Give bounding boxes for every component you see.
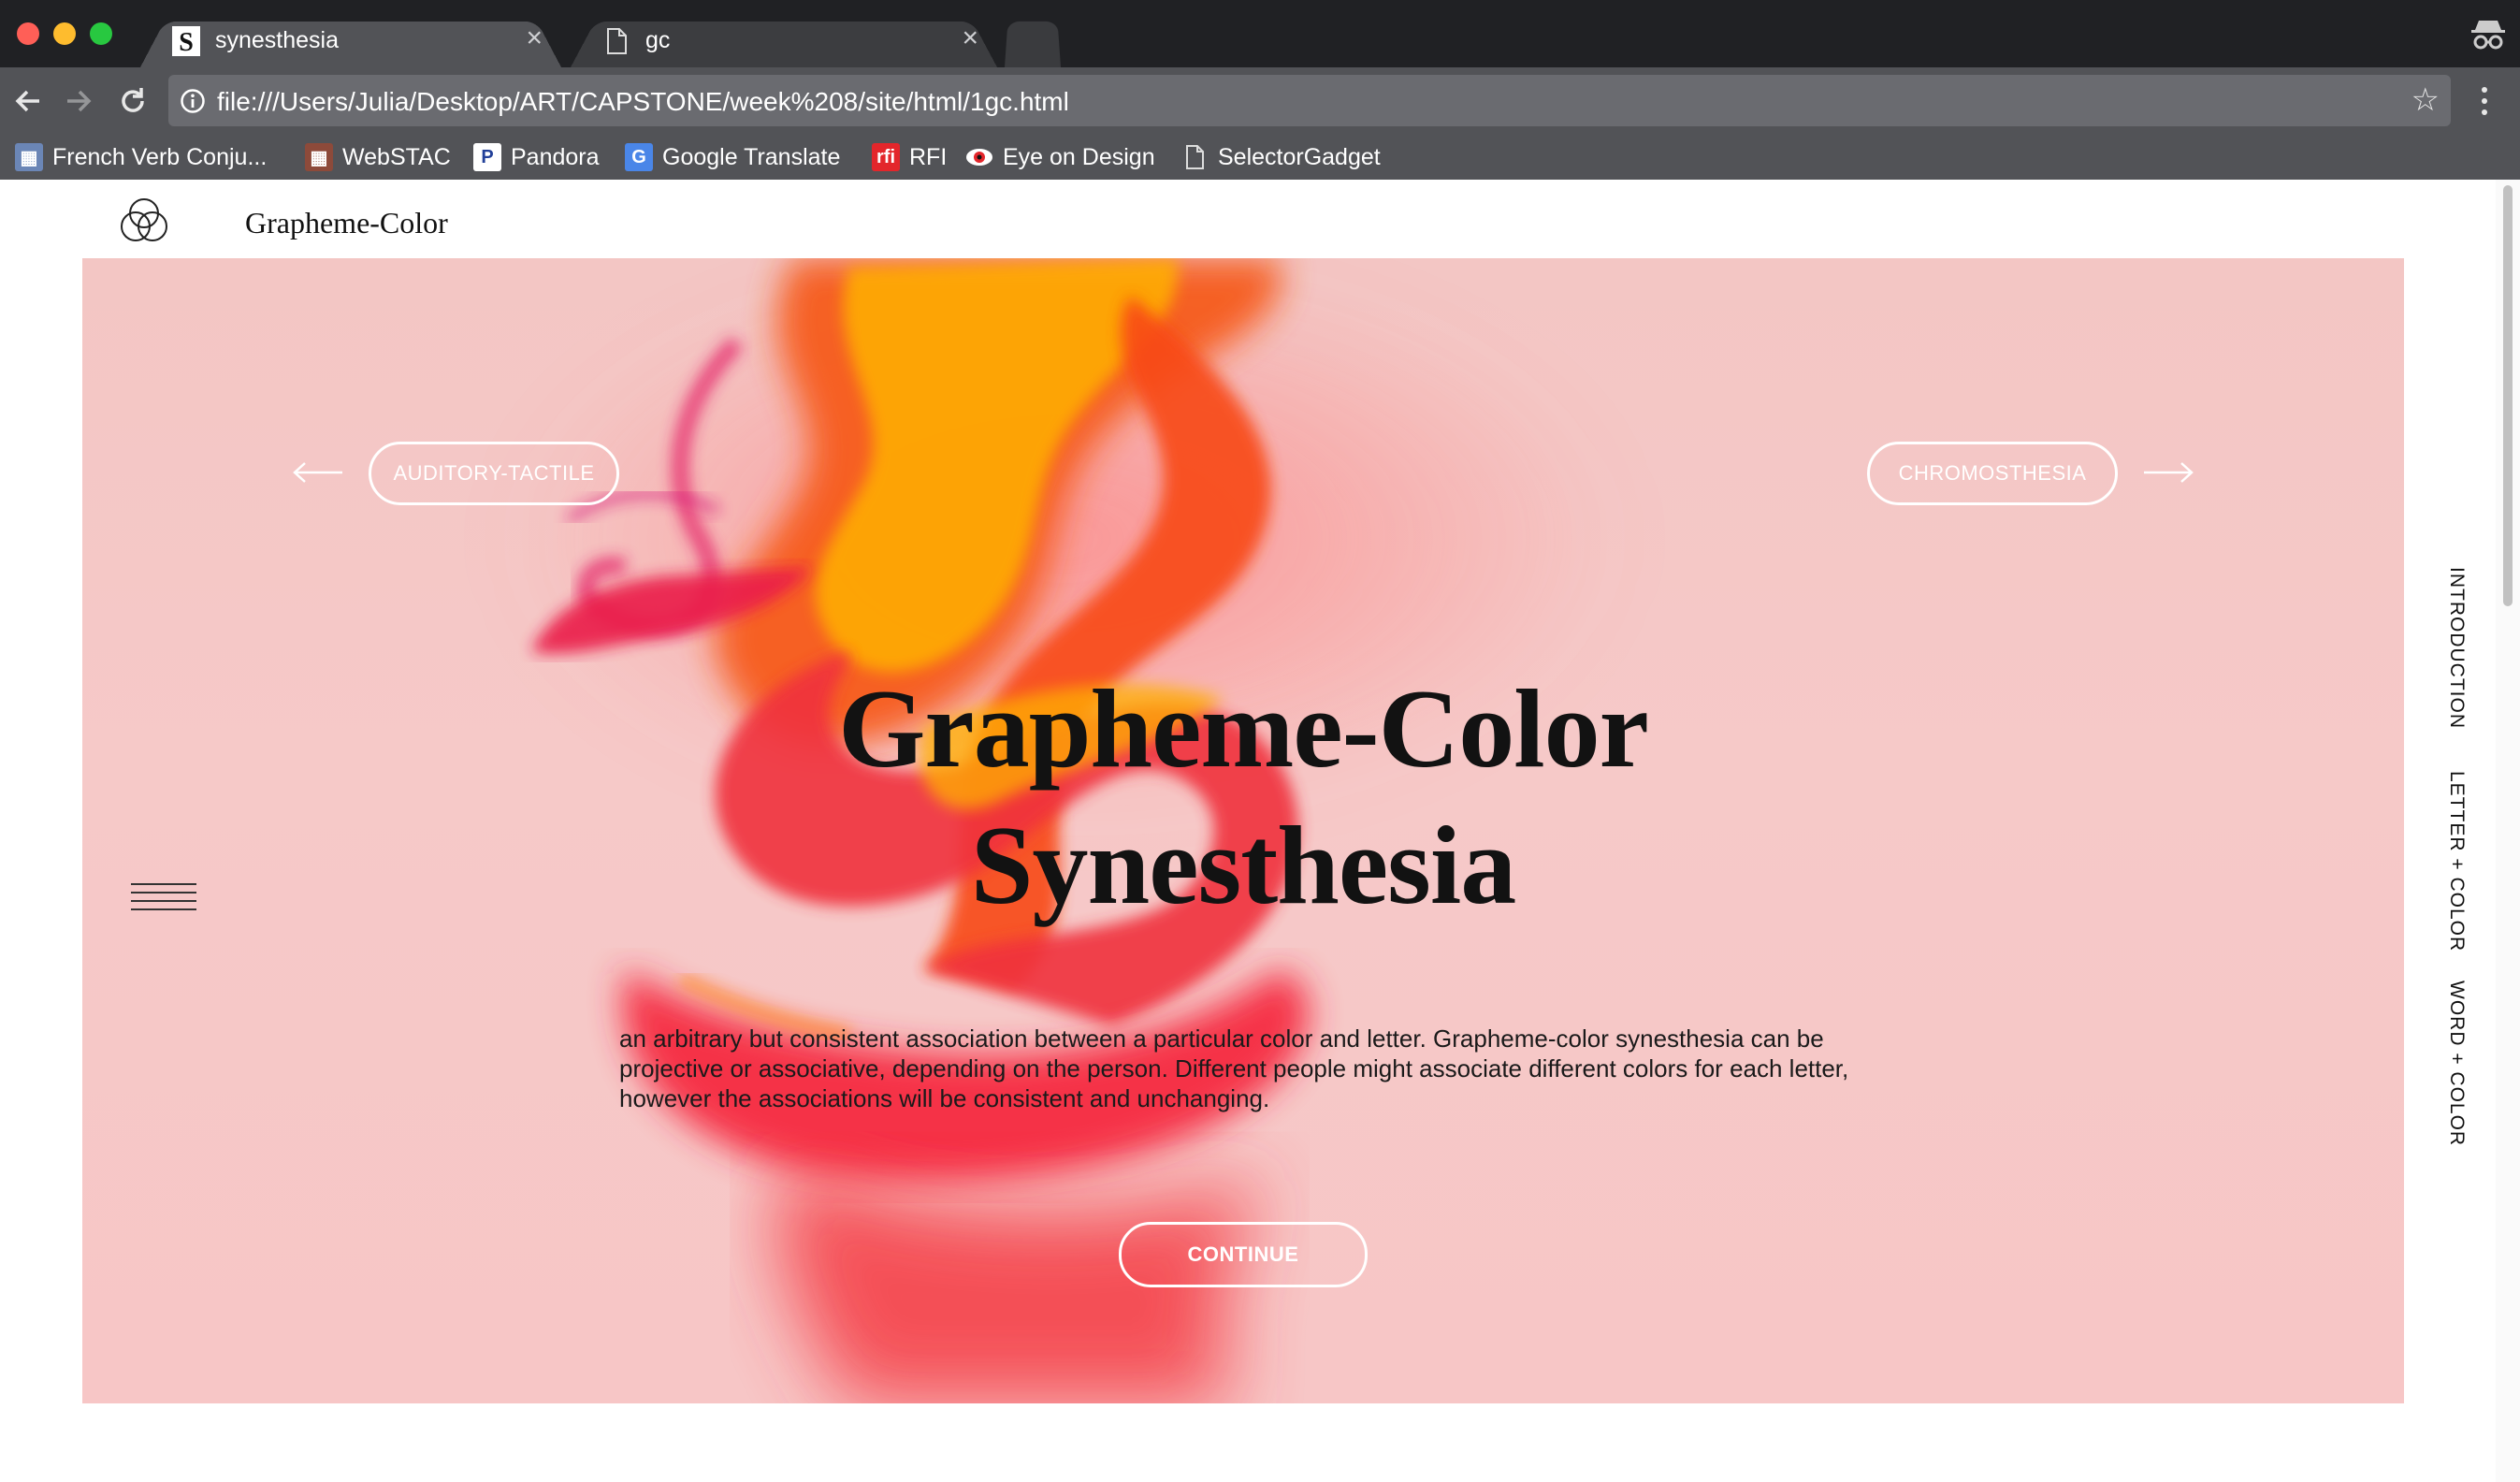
continue-button[interactable]: CONTINUE [1119, 1222, 1368, 1287]
grid-favicon-icon: ▦ [15, 143, 43, 171]
bookmark-french-verb[interactable]: ▦ French Verb Conju... [15, 140, 267, 174]
bookmark-label: SelectorGadget [1218, 143, 1381, 170]
eye-favicon-icon [966, 149, 992, 166]
next-page-button[interactable]: CHROMOSTHESIA [1867, 442, 2118, 505]
bookmark-label: Pandora [511, 143, 600, 170]
forward-arrow-icon[interactable] [62, 84, 95, 118]
bookmark-webstac[interactable]: ▦ WebSTAC [305, 140, 451, 174]
pandora-favicon-icon: P [473, 143, 501, 171]
bookmark-label: French Verb Conju... [52, 143, 268, 170]
document-icon [1186, 145, 1204, 169]
bookmark-rfi[interactable]: rfi RFI [872, 140, 947, 174]
close-tab-icon[interactable]: × [962, 24, 978, 52]
document-icon [607, 28, 627, 54]
sidenav-item-word-color[interactable]: WORD + COLOR [2445, 981, 2468, 1146]
bookmark-selectorgadget[interactable]: SelectorGadget [1180, 140, 1381, 174]
bookmark-pandora[interactable]: P Pandora [473, 140, 600, 174]
bookmark-google-translate[interactable]: G Google Translate [625, 140, 840, 174]
reload-icon[interactable] [116, 84, 150, 118]
tab-title: gc [645, 27, 671, 53]
bookmark-label: WebSTAC [342, 143, 451, 170]
scrollbar-thumb[interactable] [2503, 185, 2513, 606]
google-translate-favicon-icon: G [625, 143, 653, 171]
hero-section: AUDITORY-TACTILE CHROMOSTHESIA Grapheme-… [82, 258, 2404, 1403]
close-tab-icon[interactable]: × [526, 24, 543, 52]
url-text: file:///Users/Julia/Desktop/ART/CAPSTONE… [217, 87, 1069, 116]
browser-tab-strip: S synesthesia × gc × [0, 0, 2520, 67]
bookmark-eye-on-design[interactable]: Eye on Design [965, 140, 1155, 174]
bookmark-star-icon[interactable]: ☆ [2411, 84, 2440, 116]
arrow-right-icon[interactable] [2142, 458, 2194, 487]
maximize-window-button[interactable] [90, 22, 112, 45]
scrollbar[interactable] [2496, 180, 2520, 1482]
three-circles-logo[interactable] [116, 193, 172, 249]
new-tab-button[interactable] [1005, 15, 1061, 67]
sidenav-item-introduction[interactable]: INTRODUCTION [2445, 567, 2468, 729]
tab-gc[interactable]: gc × [571, 15, 997, 67]
headline-line-2: Synesthesia [970, 803, 1516, 927]
webstac-favicon-icon: ▦ [305, 143, 333, 171]
back-arrow-icon[interactable] [11, 84, 45, 118]
tab-title: synesthesia [215, 27, 340, 53]
sidenav-item-letter-color[interactable]: LETTER + COLOR [2445, 771, 2468, 952]
chrome-menu-icon[interactable] [2473, 84, 2496, 118]
bookmark-label: RFI [909, 143, 948, 170]
svg-text:S: S [179, 28, 194, 56]
previous-page-button[interactable]: AUDITORY-TACTILE [369, 442, 619, 505]
tab-synesthesia[interactable]: S synesthesia × [140, 15, 561, 67]
bookmark-label: Google Translate [662, 143, 841, 170]
bookmark-label: Eye on Design [1003, 143, 1155, 170]
s-favicon-icon: S [172, 26, 200, 56]
site-title[interactable]: Grapheme-Color [245, 206, 448, 240]
address-bar[interactable]: file:///Users/Julia/Desktop/ART/CAPSTONE… [168, 75, 2451, 126]
description-text: an arbitrary but consistent association … [619, 1024, 1849, 1112]
info-icon[interactable] [180, 88, 206, 114]
minimize-window-button[interactable] [53, 22, 76, 45]
side-navigation: INTRODUCTION LETTER + COLOR WORD + COLOR [2434, 180, 2471, 1482]
bookmarks-bar: ▦ French Verb Conju... ▦ WebSTAC P Pando… [0, 135, 2520, 180]
headline-line-1: Grapheme-Color [838, 666, 1649, 791]
page-headline: Grapheme-Color Synesthesia [82, 661, 2404, 934]
arrow-left-icon[interactable] [292, 458, 344, 487]
close-window-button[interactable] [17, 22, 39, 45]
browser-toolbar: file:///Users/Julia/Desktop/ART/CAPSTONE… [0, 67, 2520, 135]
incognito-icon [2471, 21, 2505, 50]
page-viewport: Grapheme-Color AUDITORY-TACTILE CHROMOST… [0, 180, 2520, 1482]
rfi-favicon-icon: rfi [872, 143, 900, 171]
